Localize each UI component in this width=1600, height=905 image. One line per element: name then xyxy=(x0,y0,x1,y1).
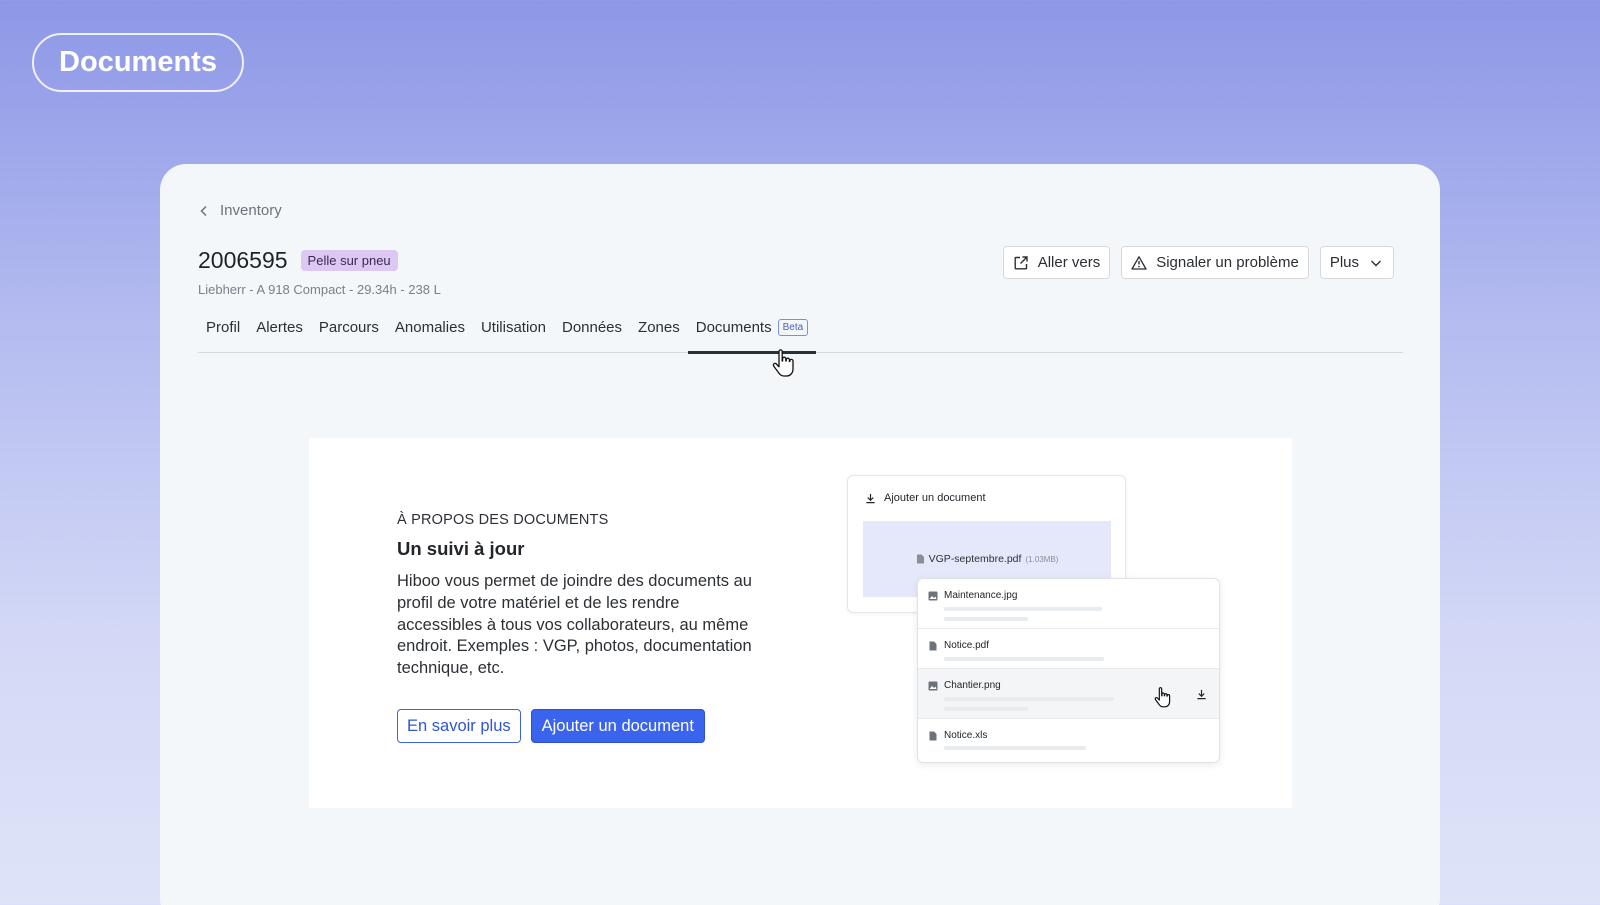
file-name: Notice.pdf xyxy=(944,640,990,651)
tab-label: Alertes xyxy=(256,319,303,336)
image-icon xyxy=(928,681,938,690)
breadcrumb-label: Inventory xyxy=(220,202,282,219)
tab-anomalies[interactable]: Anomalies xyxy=(387,314,473,353)
file-name: Notice.xls xyxy=(944,730,988,741)
download-icon xyxy=(1197,689,1206,700)
section-headline: Un suivi à jour xyxy=(397,538,525,559)
tab-alertes[interactable]: Alertes xyxy=(248,314,311,353)
placeholder-bar xyxy=(944,697,1114,701)
more-label: Plus xyxy=(1329,254,1359,271)
list-item: Chantier.png xyxy=(918,669,1219,719)
asset-id: 2006595 xyxy=(198,247,288,273)
chevron-left-icon xyxy=(200,205,207,216)
section-eyebrow: À PROPOS DES DOCUMENTS xyxy=(397,512,609,528)
upload-title: Ajouter un document xyxy=(884,492,986,504)
add-document-button[interactable]: Ajouter un document xyxy=(530,709,705,743)
tab-zones[interactable]: Zones xyxy=(630,314,688,353)
dropped-file-name: VGP-septembre.pdf xyxy=(928,553,1022,565)
header-actions: Aller vers Signaler un problème Plus xyxy=(1002,246,1394,279)
asset-title-row: 2006595 Pelle sur pneu xyxy=(198,247,398,274)
section-description: Hiboo vous permet de joindre des documen… xyxy=(397,572,752,678)
external-link-icon xyxy=(1014,255,1028,269)
breadcrumb[interactable]: Inventory xyxy=(198,202,282,219)
report-problem-button[interactable]: Signaler un problème xyxy=(1121,246,1309,279)
report-problem-label: Signaler un problème xyxy=(1156,254,1299,271)
beta-badge: Beta xyxy=(777,319,809,336)
tab-utilisation[interactable]: Utilisation xyxy=(473,314,554,353)
tab-bar: Profil Alertes Parcours Anomalies Utilis… xyxy=(198,314,1403,354)
go-to-label: Aller vers xyxy=(1037,254,1101,271)
hand-cursor-icon xyxy=(772,349,794,377)
placeholder-bar xyxy=(944,607,1102,611)
tab-label: Anomalies xyxy=(394,319,465,336)
placeholder-bar xyxy=(944,617,1028,621)
tab-label: Parcours xyxy=(318,319,379,336)
download-icon xyxy=(866,493,875,503)
asset-type-badge: Pelle sur pneu xyxy=(300,250,398,271)
file-icon xyxy=(929,641,937,650)
placeholder-bar xyxy=(944,746,1086,750)
tab-label: Documents xyxy=(695,319,772,336)
more-dropdown[interactable]: Plus xyxy=(1319,246,1394,279)
asset-subtitle: Liebherr - A 918 Compact - 29.34h - 238 … xyxy=(198,282,441,297)
learn-more-button[interactable]: En savoir plus xyxy=(397,709,521,743)
asset-detail-card: Inventory 2006595 Pelle sur pneu Liebher… xyxy=(160,164,1440,905)
documents-empty-state: À PROPOS DES DOCUMENTS Un suivi à jour H… xyxy=(309,438,1292,808)
files-list-illustration: Maintenance.jpg Notice.pdf Chantier.png xyxy=(917,578,1220,763)
file-name: Chantier.png xyxy=(944,680,1001,691)
file-icon xyxy=(929,731,937,740)
list-item: Notice.xls xyxy=(918,719,1219,762)
tab-documents[interactable]: Documents Beta xyxy=(687,314,817,354)
dropped-file-size: (1.03MB) xyxy=(1025,554,1059,564)
tab-label: Zones xyxy=(638,319,680,336)
placeholder-bar xyxy=(944,657,1104,661)
cta-row: En savoir plus Ajouter un document xyxy=(397,709,705,743)
file-name: Maintenance.jpg xyxy=(944,590,1018,601)
warning-icon xyxy=(1131,255,1147,270)
tab-profil[interactable]: Profil xyxy=(198,314,248,353)
tab-parcours[interactable]: Parcours xyxy=(311,314,387,353)
upload-header: Ajouter un document xyxy=(865,492,986,504)
tab-label: Profil xyxy=(206,319,241,336)
page-label: Documents xyxy=(32,33,244,92)
chevron-down-icon xyxy=(1371,260,1381,266)
hand-cursor-icon xyxy=(1154,687,1171,708)
list-item: Maintenance.jpg xyxy=(918,579,1219,629)
file-icon xyxy=(916,554,924,564)
list-item: Notice.pdf xyxy=(918,629,1219,669)
placeholder-bar xyxy=(944,707,1028,711)
image-icon xyxy=(928,591,938,600)
go-to-button[interactable]: Aller vers xyxy=(1002,246,1111,279)
tab-label: Données xyxy=(561,319,623,336)
tab-label: Utilisation xyxy=(480,319,546,336)
tab-donnees[interactable]: Données xyxy=(554,314,630,353)
